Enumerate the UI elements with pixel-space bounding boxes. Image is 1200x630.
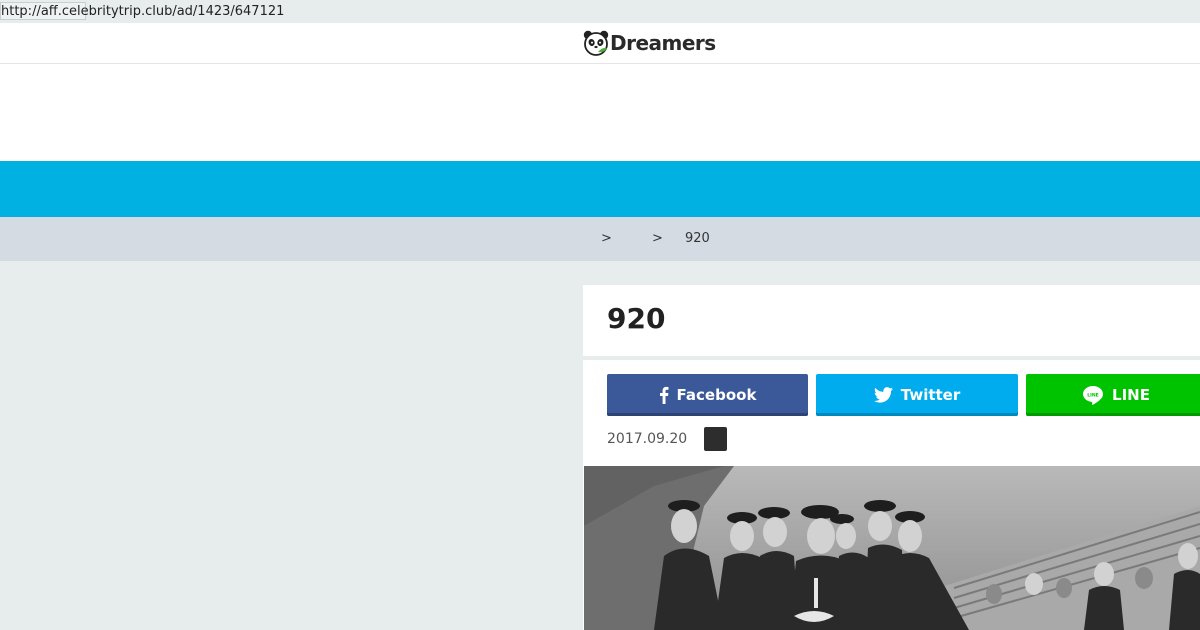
breadcrumb-separator: > (601, 231, 612, 246)
article-meta: 2017.09.20 (607, 426, 728, 452)
ad-space (0, 64, 1200, 161)
status-url-bar: http://aff.celebritytrip.club/ad/1423/64… (0, 0, 1200, 23)
breadcrumb-separator: > (652, 231, 663, 246)
share-line-button[interactable]: LINE LINE (1026, 374, 1200, 416)
article-photo-image (584, 466, 1200, 630)
panda-icon (583, 30, 609, 56)
share-facebook-button[interactable]: Facebook (607, 374, 808, 416)
article-title-card: 920 (583, 285, 1200, 356)
site-header: Dreamers (0, 23, 1200, 64)
svg-text:LINE: LINE (1087, 392, 1099, 398)
category-tag[interactable] (704, 427, 728, 451)
breadcrumb-current: 920 (685, 231, 710, 246)
status-url-text: http://aff.celebritytrip.club/ad/1423/64… (1, 4, 285, 19)
article-content-card: Facebook Twitter LINE LINE 2017.09.20 (583, 360, 1200, 630)
article-photo (584, 466, 1200, 630)
global-nav-bar (0, 161, 1200, 217)
facebook-icon (659, 386, 669, 404)
logo-wordmark: Dreamers (610, 31, 716, 55)
article-title: 920 (607, 302, 666, 335)
twitter-icon (873, 387, 893, 403)
share-twitter-button[interactable]: Twitter (816, 374, 1018, 416)
breadcrumb: > > 920 (0, 217, 1200, 261)
share-facebook-label: Facebook (676, 386, 757, 404)
share-line-label: LINE (1112, 386, 1150, 404)
share-twitter-label: Twitter (900, 386, 961, 404)
line-icon: LINE (1082, 385, 1104, 405)
site-logo[interactable]: Dreamers (583, 29, 716, 57)
article-date: 2017.09.20 (607, 431, 688, 447)
